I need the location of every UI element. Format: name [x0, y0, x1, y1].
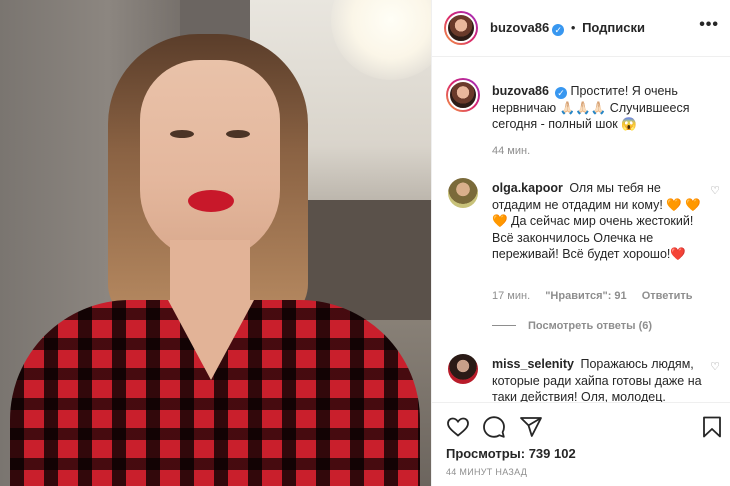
comment-likes[interactable]: "Нравится": 91: [545, 290, 626, 302]
share-icon[interactable]: [519, 415, 543, 439]
person-lips: [188, 190, 234, 212]
views-count[interactable]: Просмотры: 739 102: [446, 446, 576, 461]
more-options-icon[interactable]: •••: [699, 16, 719, 34]
author-avatar-image: [446, 13, 476, 43]
comment-body: miss_selenity Поражаюсь людям, которые р…: [492, 356, 706, 402]
caption-body: buzova86 ✓ Простите! Я очень нервничаю 🙏🏻…: [492, 83, 706, 133]
comments-list[interactable]: buzova86 ✓ Простите! Я очень нервничаю 🙏🏻…: [432, 58, 730, 402]
caption-avatar[interactable]: [446, 78, 480, 112]
post-sidebar: buzova86 ✓ • Подписки ••• buzova86 ✓ Прост…: [431, 0, 730, 486]
person-eye-left: [170, 130, 194, 138]
separator-dot: •: [570, 20, 576, 35]
commenter-avatar[interactable]: [448, 354, 478, 384]
author-line: buzova86 ✓ • Подписки: [490, 20, 645, 36]
comment-meta: 17 мин. "Нравится": 91 Ответить: [492, 290, 705, 302]
caption-avatar-image: [448, 80, 478, 110]
post-video[interactable]: [0, 0, 431, 486]
comment-body: olga.kapoor Оля мы тебя не отдадим не от…: [492, 180, 706, 263]
following-button[interactable]: Подписки: [582, 20, 645, 35]
comment-icon[interactable]: [482, 415, 506, 439]
comment-like-icon[interactable]: ♡: [710, 184, 720, 197]
view-replies-button[interactable]: Посмотреть ответы (6): [492, 320, 652, 332]
heart-icon[interactable]: [446, 415, 470, 439]
bookmark-icon[interactable]: [700, 415, 724, 439]
verified-badge-icon: ✓: [552, 24, 565, 36]
caption-time[interactable]: 44 мин.: [492, 145, 530, 157]
comment-time[interactable]: 17 мин.: [492, 290, 530, 302]
comment-username[interactable]: olga.kapoor: [492, 181, 563, 195]
comment-like-icon[interactable]: ♡: [710, 360, 720, 373]
reply-button[interactable]: Ответить: [642, 290, 693, 302]
verified-badge-icon: ✓: [554, 87, 567, 99]
post-actions: Просмотры: 739 102 44 минут назад: [432, 402, 730, 486]
post-header: buzova86 ✓ • Подписки •••: [432, 0, 730, 57]
person-face: [140, 60, 280, 260]
caption-username[interactable]: buzova86: [492, 84, 549, 98]
commenter-avatar[interactable]: [448, 178, 478, 208]
caption-meta: 44 мин.: [492, 145, 542, 157]
author-avatar[interactable]: [444, 11, 478, 45]
comment-username[interactable]: miss_selenity: [492, 357, 574, 371]
person-eye-right: [226, 130, 250, 138]
author-username[interactable]: buzova86: [490, 20, 549, 35]
post-timestamp[interactable]: 44 минут назад: [446, 467, 527, 477]
